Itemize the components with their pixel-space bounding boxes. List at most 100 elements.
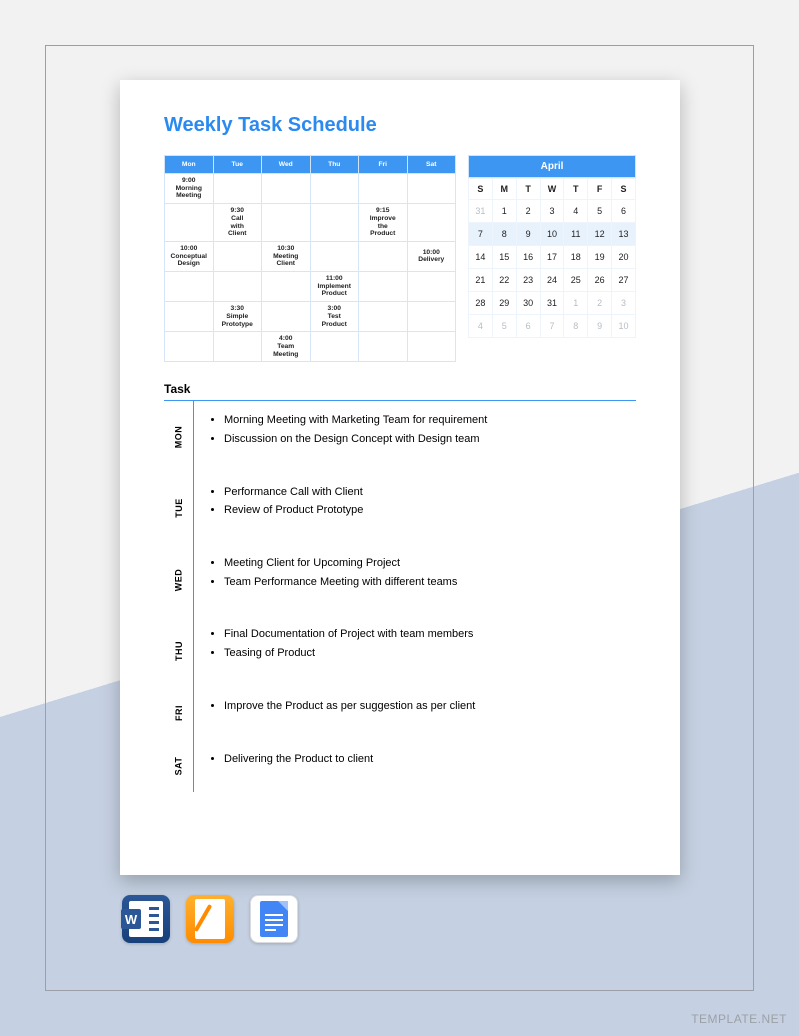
month-day: 2 xyxy=(588,292,612,315)
schedule-cell xyxy=(165,332,214,362)
google-docs-icon[interactable] xyxy=(250,895,298,943)
month-day: 5 xyxy=(492,315,516,338)
schedule-cell xyxy=(262,302,311,332)
month-day: 4 xyxy=(564,200,588,223)
month-day: 19 xyxy=(588,246,612,269)
month-dow: T xyxy=(516,179,540,200)
month-dow: T xyxy=(564,179,588,200)
task-item: Teasing of Product xyxy=(224,644,636,663)
top-row: MonTueWedThuFriSat 9:00MorningMeeting9:3… xyxy=(164,155,636,362)
task-day-label: THU xyxy=(164,615,194,686)
format-icons-row: W xyxy=(122,895,298,943)
schedule-cell xyxy=(359,272,408,302)
month-day: 21 xyxy=(469,269,493,292)
month-dow: M xyxy=(492,179,516,200)
schedule-cell xyxy=(213,174,262,204)
schedule-table: MonTueWedThuFriSat 9:00MorningMeeting9:3… xyxy=(164,155,456,362)
month-dow: S xyxy=(612,179,636,200)
task-day-label: SAT xyxy=(164,740,194,793)
schedule-cell xyxy=(359,302,408,332)
month-day: 7 xyxy=(469,223,493,246)
schedule-cell xyxy=(165,204,214,242)
schedule-cell xyxy=(262,174,311,204)
month-day: 1 xyxy=(564,292,588,315)
task-item: Meeting Client for Upcoming Project xyxy=(224,554,636,573)
task-block: SAT Delivering the Product to client xyxy=(164,740,636,793)
page-title: Weekly Task Schedule xyxy=(164,114,636,137)
schedule-cell xyxy=(407,302,456,332)
task-item: Delivering the Product to client xyxy=(224,750,636,769)
task-day-label: FRI xyxy=(164,687,194,740)
task-items: Performance Call with ClientReview of Pr… xyxy=(194,473,636,544)
month-dow: W xyxy=(540,179,564,200)
month-day: 13 xyxy=(612,223,636,246)
schedule-cell: 10:30MeetingClient xyxy=(262,241,311,271)
month-name: April xyxy=(468,155,636,178)
month-day: 6 xyxy=(516,315,540,338)
month-day: 11 xyxy=(564,223,588,246)
month-day: 4 xyxy=(469,315,493,338)
schedule-cell xyxy=(310,332,359,362)
month-day: 18 xyxy=(564,246,588,269)
task-heading: Task xyxy=(164,382,636,396)
schedule-cell xyxy=(407,174,456,204)
schedule-cell: 3:00TestProduct xyxy=(310,302,359,332)
schedule-cell xyxy=(165,302,214,332)
month-day: 3 xyxy=(612,292,636,315)
month-calendar: April SMTWTFS 31123456789101112131415161… xyxy=(468,155,636,362)
schedule-cell: 4:00TeamMeeting xyxy=(262,332,311,362)
task-item: Performance Call with Client xyxy=(224,483,636,502)
month-day: 31 xyxy=(540,292,564,315)
task-item: Improve the Product as per suggestion as… xyxy=(224,697,636,716)
month-day: 9 xyxy=(516,223,540,246)
task-items: Delivering the Product to client xyxy=(194,740,636,793)
month-day: 1 xyxy=(492,200,516,223)
month-grid: SMTWTFS 31123456789101112131415161718192… xyxy=(468,178,636,338)
schedule-cell xyxy=(165,272,214,302)
schedule-cell xyxy=(310,204,359,242)
task-item: Discussion on the Design Concept with De… xyxy=(224,430,636,449)
schedule-cell: 9:15ImprovetheProduct xyxy=(359,204,408,242)
month-day: 9 xyxy=(588,315,612,338)
schedule-day-header: Mon xyxy=(165,156,214,174)
task-block: FRI Improve the Product as per suggestion… xyxy=(164,687,636,740)
month-day: 28 xyxy=(469,292,493,315)
schedule-cell xyxy=(213,241,262,271)
schedule-cell xyxy=(262,272,311,302)
schedule-cell: 10:00ConceptualDesign xyxy=(165,241,214,271)
task-item: Final Documentation of Project with team… xyxy=(224,625,636,644)
schedule-cell: 11:00ImplementProduct xyxy=(310,272,359,302)
month-day: 17 xyxy=(540,246,564,269)
task-day-label: TUE xyxy=(164,473,194,544)
schedule-cell: 10:00Delivery xyxy=(407,241,456,271)
schedule-cell xyxy=(407,332,456,362)
month-day: 7 xyxy=(540,315,564,338)
schedule-day-header: Thu xyxy=(310,156,359,174)
month-day: 24 xyxy=(540,269,564,292)
schedule-cell xyxy=(310,241,359,271)
schedule-day-header: Wed xyxy=(262,156,311,174)
task-items: Final Documentation of Project with team… xyxy=(194,615,636,686)
month-day: 20 xyxy=(612,246,636,269)
month-day: 25 xyxy=(564,269,588,292)
task-list: MONMorning Meeting with Marketing Team f… xyxy=(164,400,636,792)
schedule-cell xyxy=(407,204,456,242)
month-day: 23 xyxy=(516,269,540,292)
task-item: Team Performance Meeting with different … xyxy=(224,573,636,592)
schedule-cell xyxy=(262,204,311,242)
word-icon[interactable]: W xyxy=(122,895,170,943)
schedule-cell xyxy=(359,332,408,362)
schedule-cell: 9:30CallwithClient xyxy=(213,204,262,242)
schedule-cell xyxy=(213,272,262,302)
schedule-day-header: Fri xyxy=(359,156,408,174)
task-items: Morning Meeting with Marketing Team for … xyxy=(194,401,636,472)
month-day: 8 xyxy=(492,223,516,246)
schedule-cell xyxy=(310,174,359,204)
task-day-label: MON xyxy=(164,401,194,472)
schedule-day-header: Sat xyxy=(407,156,456,174)
month-day: 16 xyxy=(516,246,540,269)
task-items: Meeting Client for Upcoming ProjectTeam … xyxy=(194,544,636,615)
task-block: MONMorning Meeting with Marketing Team f… xyxy=(164,401,636,472)
pages-icon[interactable] xyxy=(186,895,234,943)
task-items: Improve the Product as per suggestion as… xyxy=(194,687,636,740)
